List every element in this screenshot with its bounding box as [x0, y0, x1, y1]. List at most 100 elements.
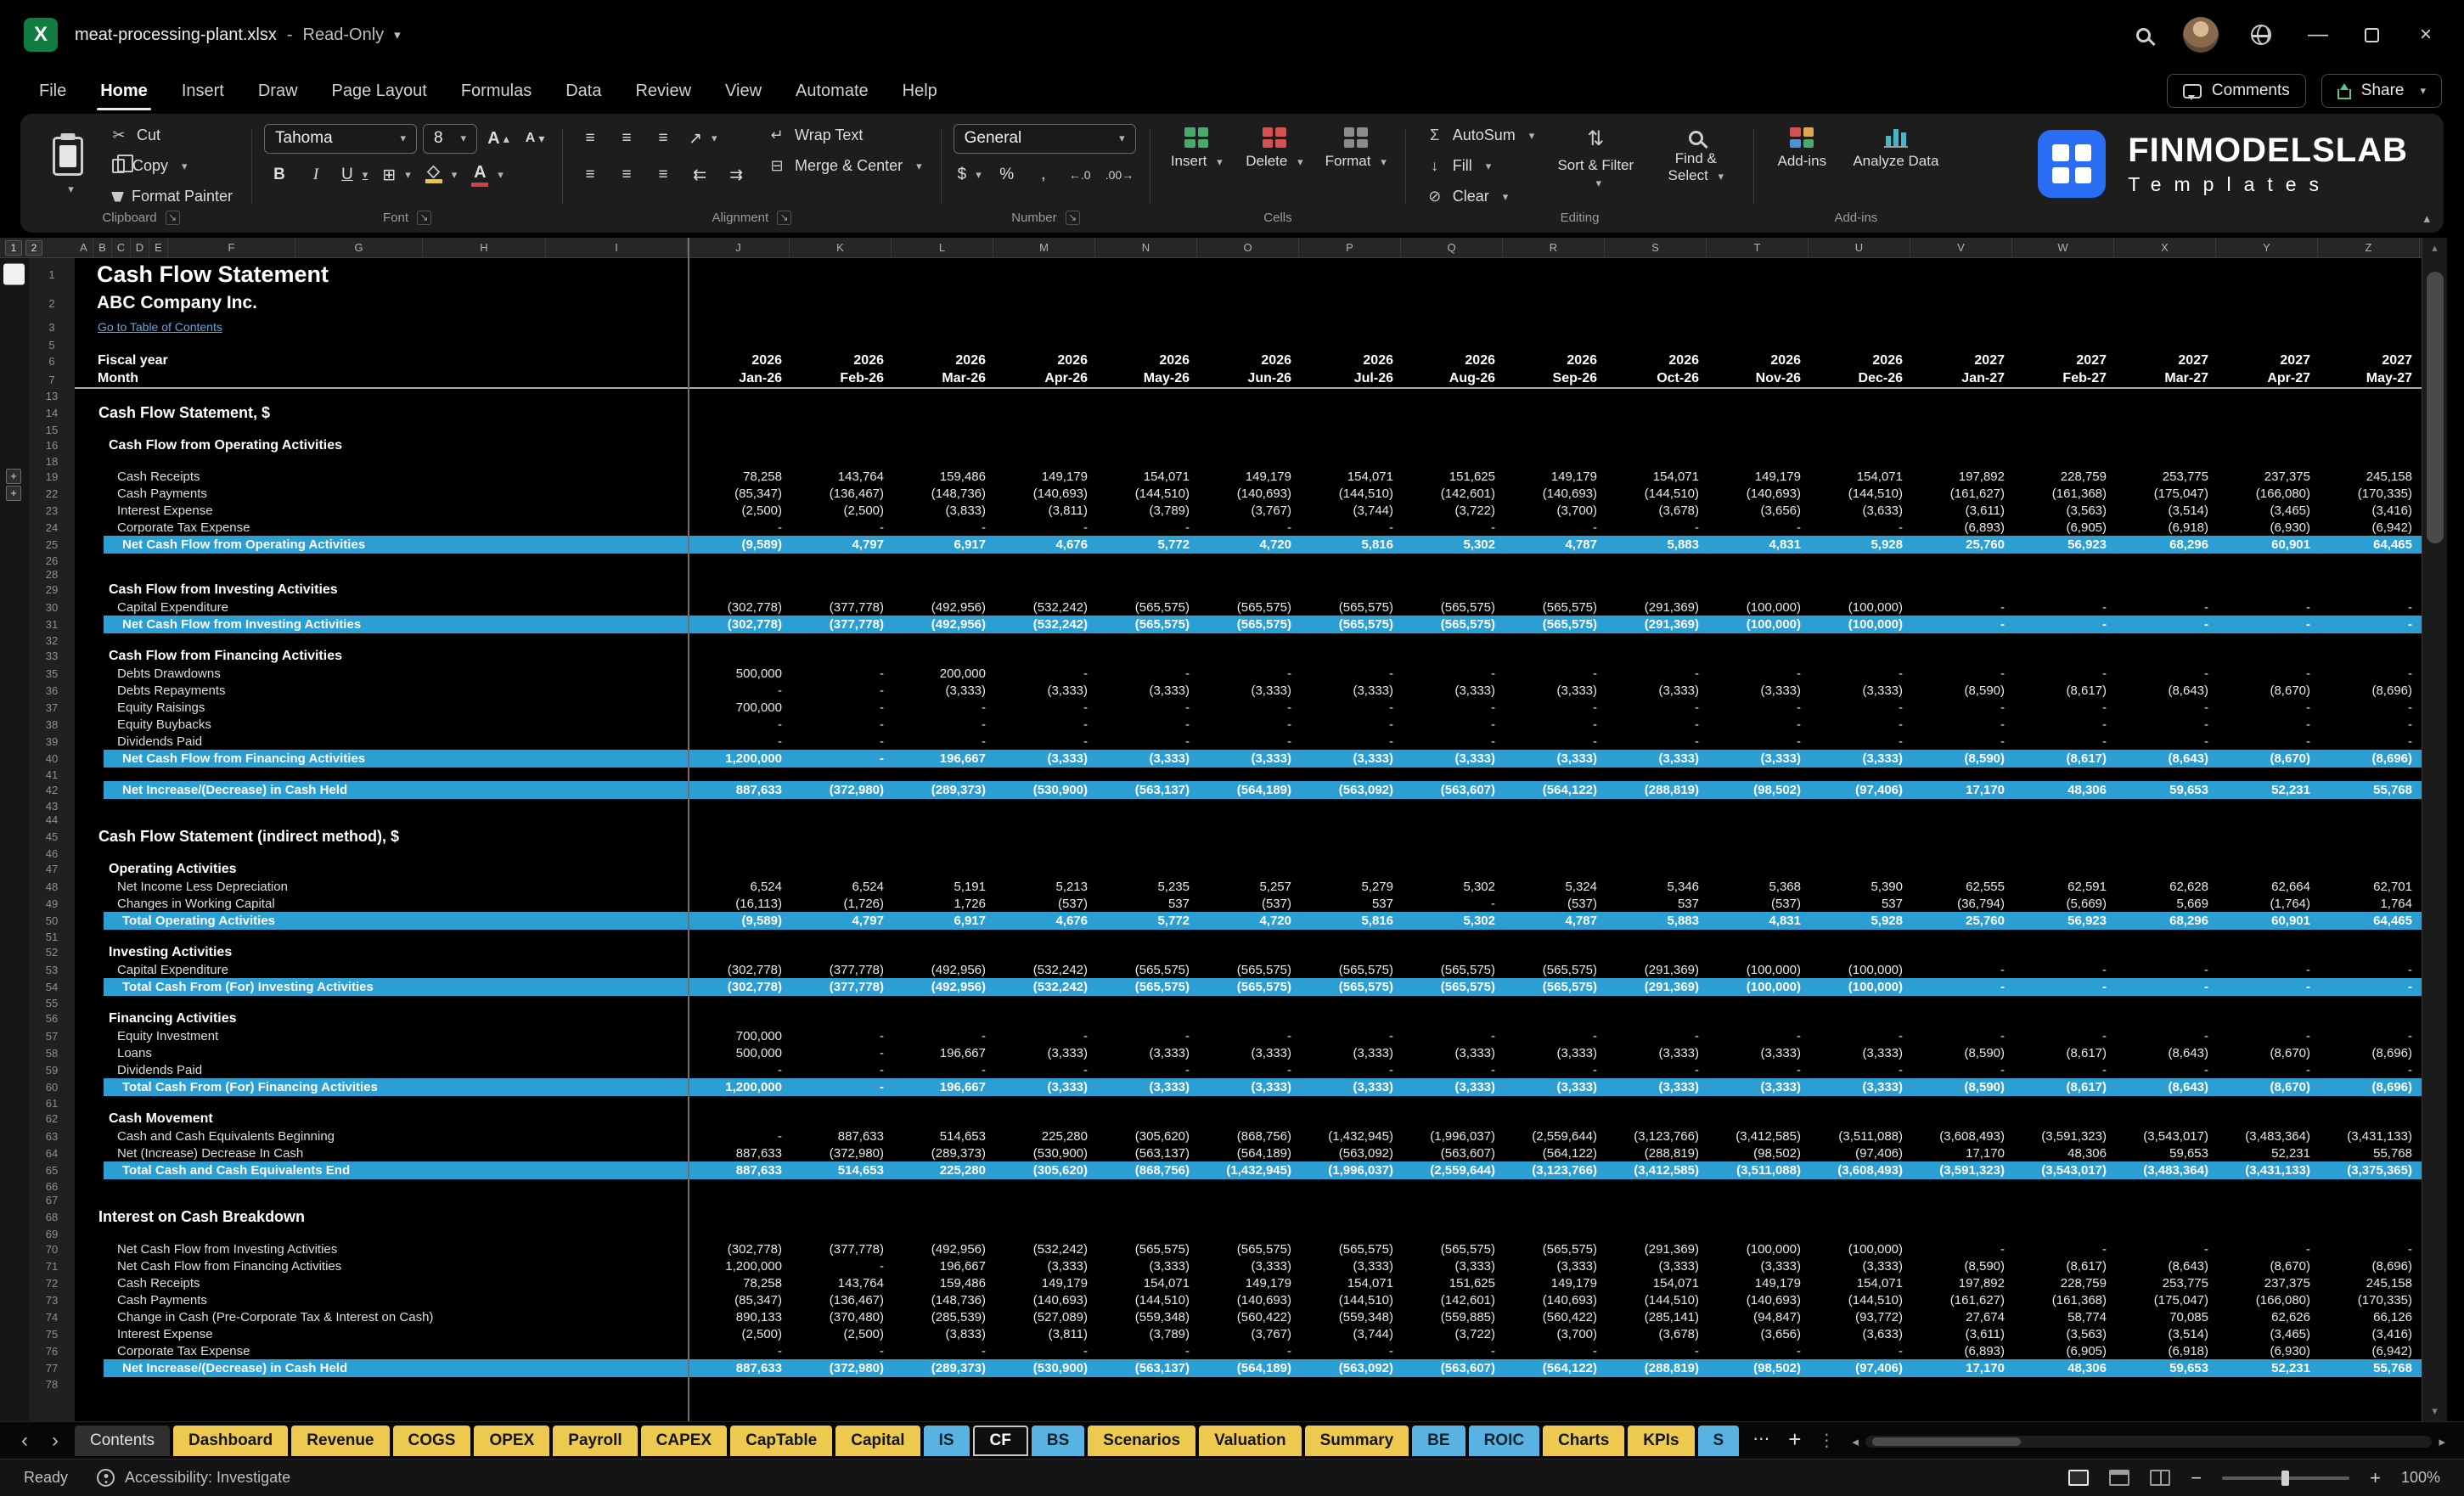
- data-cell[interactable]: (3,333): [1707, 1046, 1809, 1060]
- data-cell[interactable]: (6,930): [2216, 520, 2318, 535]
- data-cell[interactable]: 4,787: [1503, 537, 1605, 552]
- data-cell[interactable]: (565,575): [1503, 1242, 1605, 1257]
- data-cell[interactable]: -: [1095, 700, 1197, 715]
- data-cell[interactable]: -: [2216, 617, 2318, 632]
- data-cell[interactable]: 5,883: [1605, 914, 1707, 928]
- data-cell[interactable]: 154,071: [1299, 1276, 1401, 1291]
- data-cell[interactable]: (3,333): [1809, 1046, 1910, 1060]
- row-number[interactable]: 66: [29, 1180, 75, 1193]
- zoom-slider[interactable]: [2222, 1476, 2349, 1480]
- row-number[interactable]: 29: [29, 583, 75, 596]
- data-cell[interactable]: (100,000): [1809, 1242, 1910, 1257]
- row-label-cell[interactable]: Cash Flow from Financing Activities: [75, 649, 688, 664]
- data-cell[interactable]: -: [1910, 980, 2012, 994]
- row-number[interactable]: 40: [29, 752, 75, 765]
- data-cell[interactable]: -: [2114, 963, 2216, 977]
- data-cell[interactable]: (305,620): [993, 1163, 1095, 1178]
- column-header-B[interactable]: B: [93, 238, 112, 257]
- data-cell[interactable]: -: [1605, 1063, 1707, 1077]
- data-cell[interactable]: (377,778): [790, 980, 892, 994]
- row-number[interactable]: 77: [29, 1362, 75, 1375]
- data-cell[interactable]: (8,670): [2216, 683, 2318, 698]
- row-number[interactable]: 3: [29, 321, 75, 334]
- sheet-tab-be[interactable]: BE: [1412, 1426, 1465, 1456]
- row-number[interactable]: 18: [29, 455, 75, 468]
- data-cell[interactable]: -: [2216, 600, 2318, 615]
- data-cell[interactable]: 64,465: [2318, 914, 2420, 928]
- data-cell[interactable]: -: [688, 683, 790, 698]
- data-cell[interactable]: (1,432,945): [1299, 1129, 1401, 1144]
- row-number[interactable]: 15: [29, 424, 75, 436]
- data-cell[interactable]: -: [2318, 980, 2420, 994]
- data-cell[interactable]: (565,575): [1197, 1242, 1299, 1257]
- row-label-cell[interactable]: Net Increase/(Decrease) in Cash Held: [75, 1361, 688, 1375]
- data-cell[interactable]: 200,000: [892, 666, 993, 681]
- column-header-Q[interactable]: Q: [1401, 238, 1503, 257]
- data-cell[interactable]: (3,333): [1401, 1046, 1503, 1060]
- data-cell[interactable]: (3,833): [892, 1327, 993, 1341]
- data-cell[interactable]: 2026: [1197, 353, 1299, 368]
- data-cell[interactable]: -: [2012, 1063, 2114, 1077]
- data-cell[interactable]: 4,787: [1503, 914, 1605, 928]
- data-cell[interactable]: -: [2012, 734, 2114, 749]
- data-cell[interactable]: 59,653: [2114, 1146, 2216, 1161]
- data-cell[interactable]: -: [1503, 734, 1605, 749]
- data-cell[interactable]: -: [790, 700, 892, 715]
- sheet-tab-kpis[interactable]: KPIs: [1628, 1426, 1694, 1456]
- page-layout-view-button[interactable]: [2109, 1470, 2129, 1486]
- data-cell[interactable]: (565,575): [1401, 980, 1503, 994]
- data-cell[interactable]: 500,000: [688, 666, 790, 681]
- data-cell[interactable]: 60,901: [2216, 914, 2318, 928]
- fill-color-button[interactable]: ▾: [421, 160, 462, 189]
- data-cell[interactable]: 1,200,000: [688, 1259, 790, 1274]
- data-cell[interactable]: 5,816: [1299, 914, 1401, 928]
- data-cell[interactable]: 514,653: [892, 1129, 993, 1144]
- more-sheets-button[interactable]: ⋯: [1747, 1428, 1775, 1456]
- merge-center-button[interactable]: ⊟ Merge & Center ▾: [760, 153, 929, 179]
- data-cell[interactable]: -: [1197, 1344, 1299, 1358]
- ribbon-tab-help[interactable]: Help: [886, 74, 954, 109]
- data-cell[interactable]: -: [2114, 617, 2216, 632]
- data-cell[interactable]: 5,324: [1503, 880, 1605, 894]
- data-cell[interactable]: -: [1910, 600, 2012, 615]
- data-cell[interactable]: 159,486: [892, 1276, 993, 1291]
- sheet-tab-opex[interactable]: OPEX: [474, 1426, 549, 1456]
- data-cell[interactable]: -: [2012, 617, 2114, 632]
- data-cell[interactable]: (3,333): [1095, 1259, 1197, 1274]
- data-cell[interactable]: (564,122): [1503, 1361, 1605, 1375]
- column-header-W[interactable]: W: [2012, 238, 2114, 257]
- data-cell[interactable]: (161,627): [1910, 1293, 2012, 1308]
- data-cell[interactable]: 228,759: [2012, 470, 2114, 484]
- data-cell[interactable]: 253,775: [2114, 470, 2216, 484]
- alignment-dialog-launcher[interactable]: ↘: [777, 211, 791, 225]
- data-cell[interactable]: 27,674: [1910, 1310, 2012, 1324]
- data-cell[interactable]: (291,369): [1605, 1242, 1707, 1257]
- data-cell[interactable]: 4,831: [1707, 914, 1809, 928]
- data-cell[interactable]: (3,465): [2216, 503, 2318, 518]
- row-number[interactable]: 22: [29, 487, 75, 500]
- data-cell[interactable]: (564,189): [1197, 783, 1299, 797]
- row-number[interactable]: 62: [29, 1112, 75, 1125]
- data-cell[interactable]: 149,179: [1503, 470, 1605, 484]
- row-number[interactable]: 73: [29, 1294, 75, 1307]
- data-cell[interactable]: (93,772): [1809, 1310, 1910, 1324]
- row-number[interactable]: 31: [29, 618, 75, 631]
- data-cell[interactable]: -: [993, 717, 1095, 732]
- font-size-select[interactable]: 8 ▾: [423, 124, 477, 154]
- data-cell[interactable]: (100,000): [1707, 617, 1809, 632]
- column-header-V[interactable]: V: [1910, 238, 2012, 257]
- data-cell[interactable]: -: [688, 717, 790, 732]
- data-cell[interactable]: -: [2114, 700, 2216, 715]
- data-cell[interactable]: (563,092): [1299, 783, 1401, 797]
- data-cell[interactable]: -: [1197, 717, 1299, 732]
- data-cell[interactable]: (3,375,365): [2318, 1163, 2420, 1178]
- row-number[interactable]: 46: [29, 847, 75, 860]
- data-cell[interactable]: 2026: [1401, 353, 1503, 368]
- data-cell[interactable]: (8,617): [2012, 1080, 2114, 1094]
- data-cell[interactable]: (166,080): [2216, 1293, 2318, 1308]
- orientation-button[interactable]: ↗▾: [684, 124, 721, 153]
- column-header-C[interactable]: C: [112, 238, 131, 257]
- data-cell[interactable]: (565,575): [1503, 980, 1605, 994]
- row-label-cell[interactable]: Loans: [75, 1046, 688, 1060]
- data-cell[interactable]: -: [2318, 617, 2420, 632]
